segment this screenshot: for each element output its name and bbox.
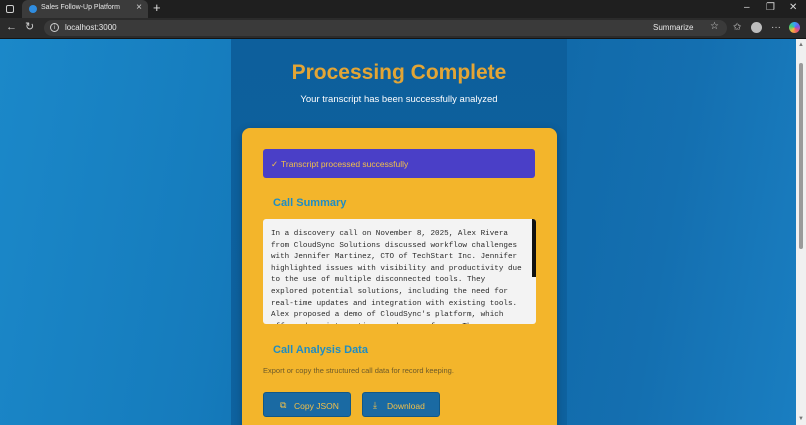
download-label: Download bbox=[387, 401, 425, 411]
restore-icon[interactable]: ❐ bbox=[766, 2, 775, 14]
new-tab-icon[interactable]: + bbox=[153, 1, 161, 15]
reload-icon[interactable]: ↻ bbox=[25, 21, 34, 34]
favorites-icon[interactable]: ✩ bbox=[733, 21, 741, 34]
favorite-star-icon[interactable]: ☆ bbox=[710, 21, 719, 32]
profile-avatar[interactable] bbox=[751, 22, 762, 33]
copilot-icon[interactable] bbox=[789, 22, 800, 33]
tab-title: Sales Follow-Up Platform bbox=[41, 4, 120, 11]
success-message: Transcript processed successfully bbox=[281, 159, 409, 169]
scroll-up-icon[interactable]: ▲ bbox=[798, 42, 804, 48]
window-menu-icon[interactable] bbox=[6, 5, 14, 13]
page-subtitle: Your transcript has been successfully an… bbox=[300, 94, 498, 105]
page-scrollbar-thumb[interactable] bbox=[799, 63, 803, 249]
url-text[interactable]: localhost:3000 bbox=[65, 23, 117, 32]
call-analysis-title: Call Analysis Data bbox=[273, 344, 368, 356]
browser-tab-bar: Sales Follow-Up Platform × + – ❐ ✕ bbox=[0, 0, 806, 18]
copy-json-button[interactable]: ⧉ Copy JSON bbox=[263, 392, 351, 417]
call-summary-text: In a discovery call on November 8, 2025,… bbox=[271, 230, 522, 324]
analysis-helper-text: Export or copy the structured call data … bbox=[263, 366, 454, 375]
tab-close-icon[interactable]: × bbox=[136, 2, 142, 14]
page-title: Processing Complete bbox=[291, 61, 507, 84]
back-icon[interactable]: ← bbox=[6, 21, 17, 34]
call-summary-box[interactable]: In a discovery call on November 8, 2025,… bbox=[263, 219, 536, 324]
copy-icon: ⧉ bbox=[280, 400, 287, 410]
page-viewport: Processing Complete Your transcript has … bbox=[0, 39, 806, 425]
download-icon: ⤓ bbox=[373, 400, 377, 410]
download-button[interactable]: ⤓ Download bbox=[362, 392, 440, 417]
results-card: ✓ Transcript processed successfully Call… bbox=[242, 128, 557, 425]
more-options-icon[interactable]: ··· bbox=[771, 21, 781, 34]
check-icon: ✓ bbox=[271, 159, 279, 169]
summarize-button[interactable]: Summarize bbox=[653, 23, 693, 32]
summary-scrollbar[interactable] bbox=[532, 219, 536, 277]
scroll-down-icon[interactable]: ▼ bbox=[798, 416, 804, 422]
address-bar[interactable]: i localhost:3000 Summarize ☆ bbox=[44, 20, 727, 36]
browser-tab[interactable]: Sales Follow-Up Platform × bbox=[22, 0, 148, 18]
call-summary-title: Call Summary bbox=[273, 197, 347, 209]
success-alert: ✓ Transcript processed successfully bbox=[263, 149, 535, 178]
minimize-icon[interactable]: – bbox=[744, 2, 750, 14]
site-favicon-icon bbox=[29, 5, 37, 13]
page-scrollbar[interactable]: ▲ ▼ bbox=[796, 39, 806, 425]
browser-toolbar: ← ↻ i localhost:3000 Summarize ☆ ✩ ··· bbox=[0, 18, 806, 39]
site-info-icon[interactable]: i bbox=[50, 23, 59, 32]
copy-json-label: Copy JSON bbox=[294, 401, 339, 411]
window-close-icon[interactable]: ✕ bbox=[789, 2, 797, 14]
